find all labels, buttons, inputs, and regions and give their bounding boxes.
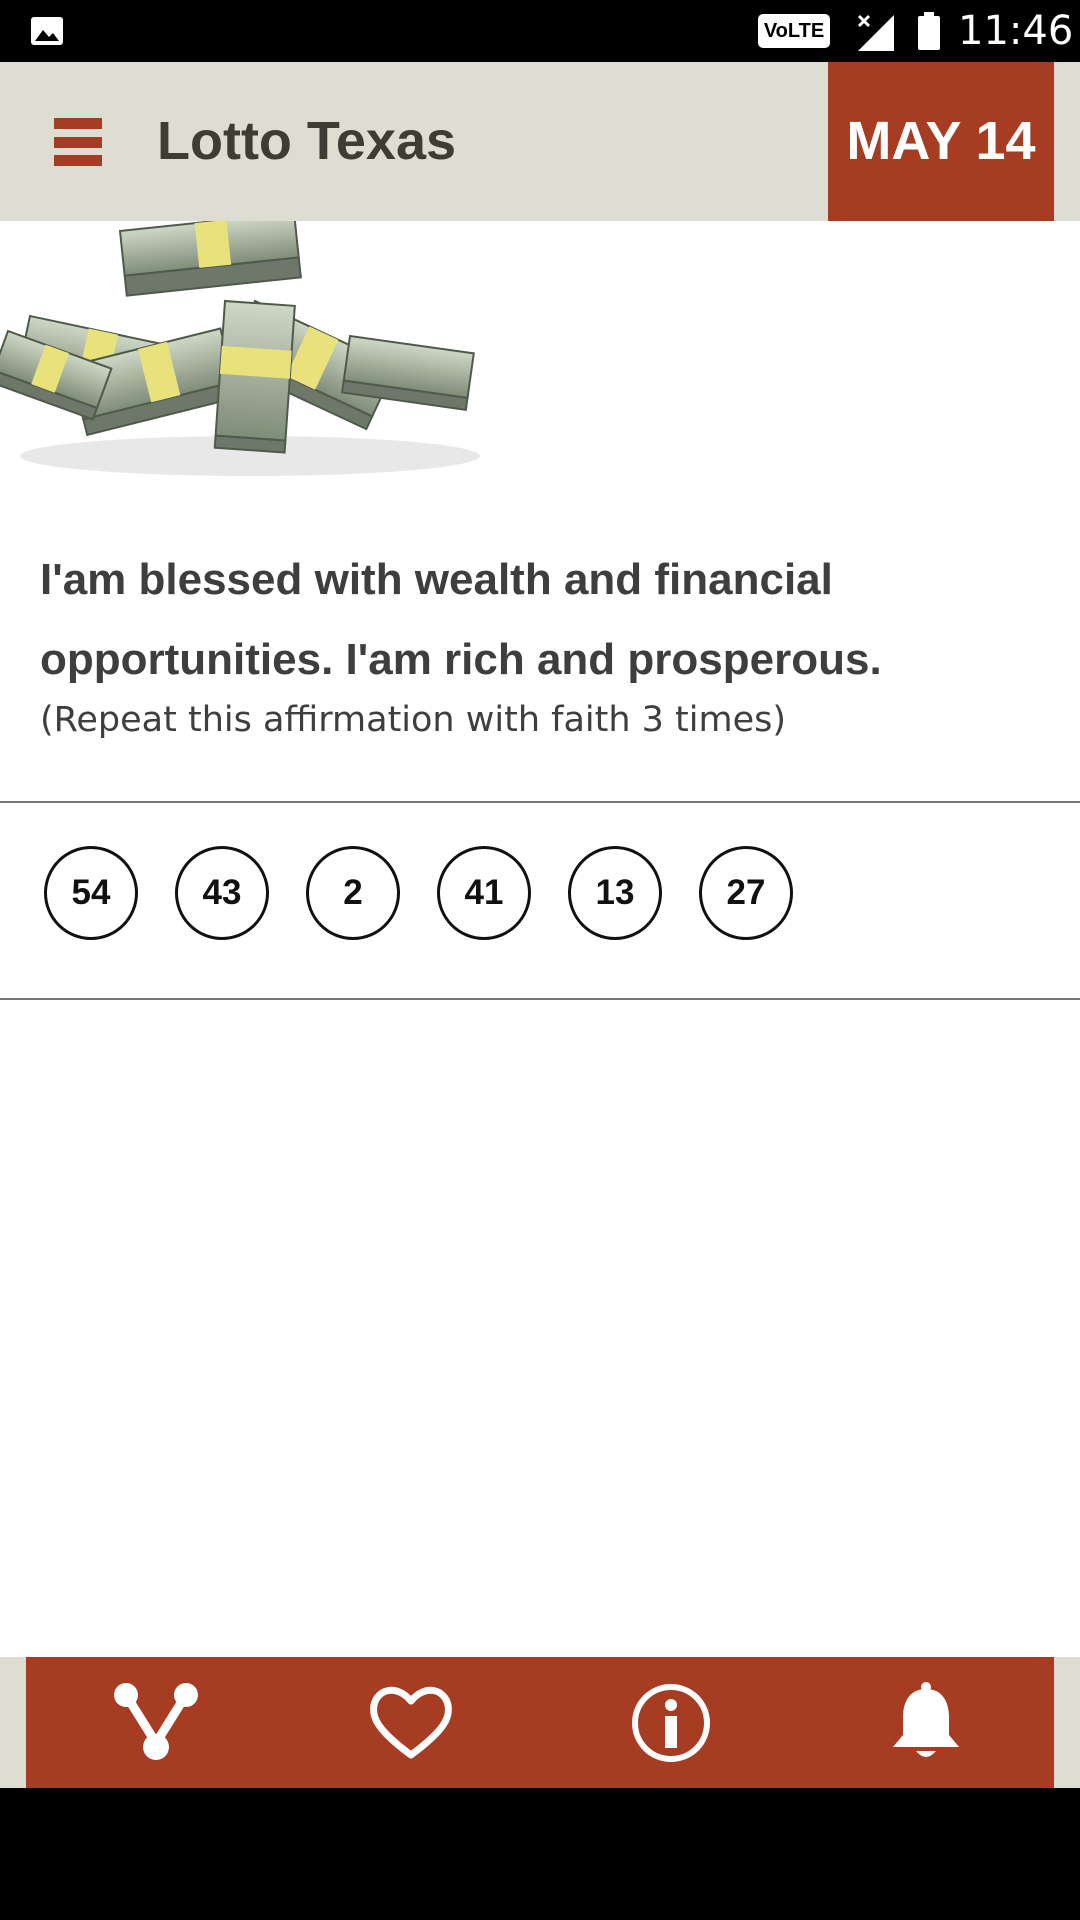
- battery-icon: [918, 12, 940, 50]
- divider: [0, 998, 1080, 1000]
- app-bar: Lotto Texas MAY 14: [0, 62, 1080, 221]
- divider: [0, 801, 1080, 803]
- signal-icon: [857, 14, 894, 51]
- system-nav-bar: [0, 1788, 1080, 1920]
- number-ball: 2: [306, 846, 400, 940]
- page-title: Lotto Texas: [157, 111, 457, 171]
- info-icon[interactable]: [626, 1681, 716, 1765]
- bell-icon[interactable]: [881, 1681, 971, 1765]
- bottom-nav-bar: [26, 1657, 1054, 1788]
- clock: 11:46: [958, 8, 1074, 54]
- gallery-icon: [31, 17, 63, 45]
- share-icon[interactable]: [110, 1681, 200, 1765]
- number-ball: 13: [568, 846, 662, 940]
- affirmation-note: (Repeat this affirmation with faith 3 ti…: [40, 700, 787, 740]
- number-ball: 27: [699, 846, 793, 940]
- affirmation-text: I'am blessed with wealth and financial o…: [40, 555, 882, 684]
- lotto-numbers: 54 43 2 41 13 27: [44, 846, 793, 942]
- bottom-nav: [0, 1657, 1080, 1788]
- number-ball: 41: [437, 846, 531, 940]
- hamburger-menu-icon[interactable]: [54, 118, 102, 166]
- status-bar: VoLTE 11:46: [0, 0, 1080, 62]
- number-ball: 54: [44, 846, 138, 940]
- number-ball: 43: [175, 846, 269, 940]
- heart-icon[interactable]: [366, 1681, 456, 1765]
- money-stack-image: [0, 221, 480, 476]
- date-badge: MAY 14: [828, 62, 1054, 221]
- volte-badge: VoLTE: [758, 14, 830, 48]
